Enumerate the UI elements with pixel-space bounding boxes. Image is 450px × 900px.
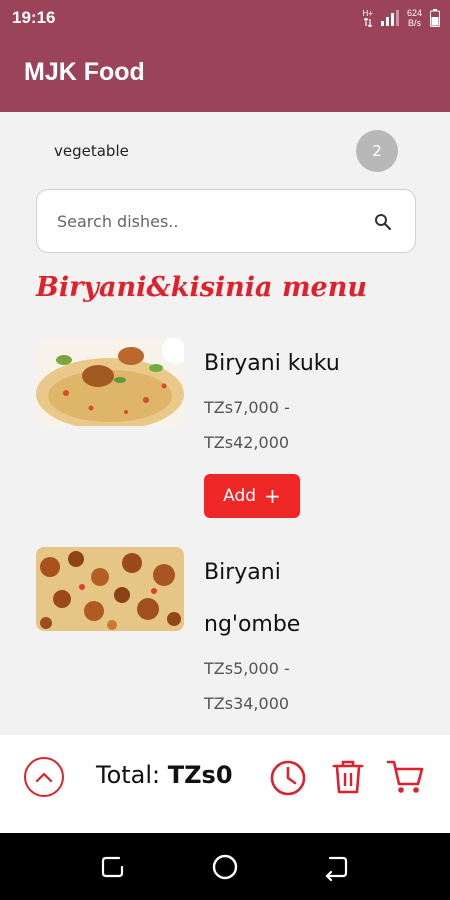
dish-price-max: TZs34,000 — [204, 694, 290, 713]
network-speed: 624 B/s — [407, 8, 422, 28]
app-title: MJK Food — [24, 58, 145, 86]
dish-price-min: TZs5,000 - — [204, 659, 290, 678]
dish-price-max: TZs42,000 — [204, 433, 290, 452]
system-nav-bar — [0, 833, 450, 900]
search-icon[interactable] — [373, 212, 393, 232]
bottom-bar: Total: TZs0 — [0, 735, 450, 833]
battery-icon — [430, 9, 440, 27]
trash-icon[interactable] — [332, 759, 364, 795]
app-bar: MJK Food — [0, 36, 450, 112]
dish-name-line-1: Biryani — [204, 560, 281, 585]
scroll-up-button[interactable] — [24, 757, 64, 797]
menu-heading: Biryani&kisinia menu — [36, 272, 367, 303]
data-arrows-icon: H+ — [362, 8, 373, 27]
plus-icon: + — [264, 484, 281, 508]
category-selector[interactable]: vegetable 2 — [36, 128, 416, 174]
status-time: 19:16 — [12, 8, 56, 27]
add-button[interactable]: Add + — [204, 474, 300, 518]
dish-info: Biryani kuku TZs7,000 - TZs42,000 Add + — [204, 338, 424, 518]
dish-name-line-2: ng'ombe — [204, 612, 301, 637]
speed-value: 624 — [406, 8, 422, 18]
signal-icon — [380, 10, 399, 26]
network-type: H+ — [362, 8, 373, 18]
category-label: vegetable — [54, 142, 129, 160]
recent-apps-icon[interactable] — [99, 853, 127, 881]
speed-unit: B/s — [407, 18, 421, 28]
total-value: TZs0 — [167, 761, 233, 789]
search-box[interactable] — [36, 189, 416, 253]
search-input[interactable] — [57, 206, 357, 236]
category-count-badge: 2 — [356, 130, 398, 172]
dish-card[interactable]: Biryani kuku TZs7,000 - TZs42,000 Add + — [36, 338, 436, 528]
dish-image — [36, 338, 184, 426]
status-bar: 19:16 H+ 624 B/s — [0, 0, 450, 36]
dish-name: Biryani kuku — [204, 351, 340, 376]
dish-card[interactable]: Biryani ng'ombe TZs5,000 - TZs34,000 — [36, 547, 436, 717]
dish-image — [36, 547, 184, 631]
add-button-label: Add — [223, 486, 257, 506]
cart-total: Total: TZs0 — [96, 761, 233, 789]
dish-price-min: TZs7,000 - — [204, 398, 290, 417]
back-icon[interactable] — [322, 853, 350, 881]
cart-icon[interactable] — [386, 759, 424, 795]
status-icons: H+ 624 B/s — [363, 4, 440, 32]
dish-info: Biryani ng'ombe TZs5,000 - TZs34,000 — [204, 547, 424, 721]
home-icon[interactable] — [211, 853, 239, 881]
total-label: Total: — [96, 761, 168, 789]
clock-icon[interactable] — [269, 759, 307, 797]
chevron-up-icon — [35, 772, 53, 783]
